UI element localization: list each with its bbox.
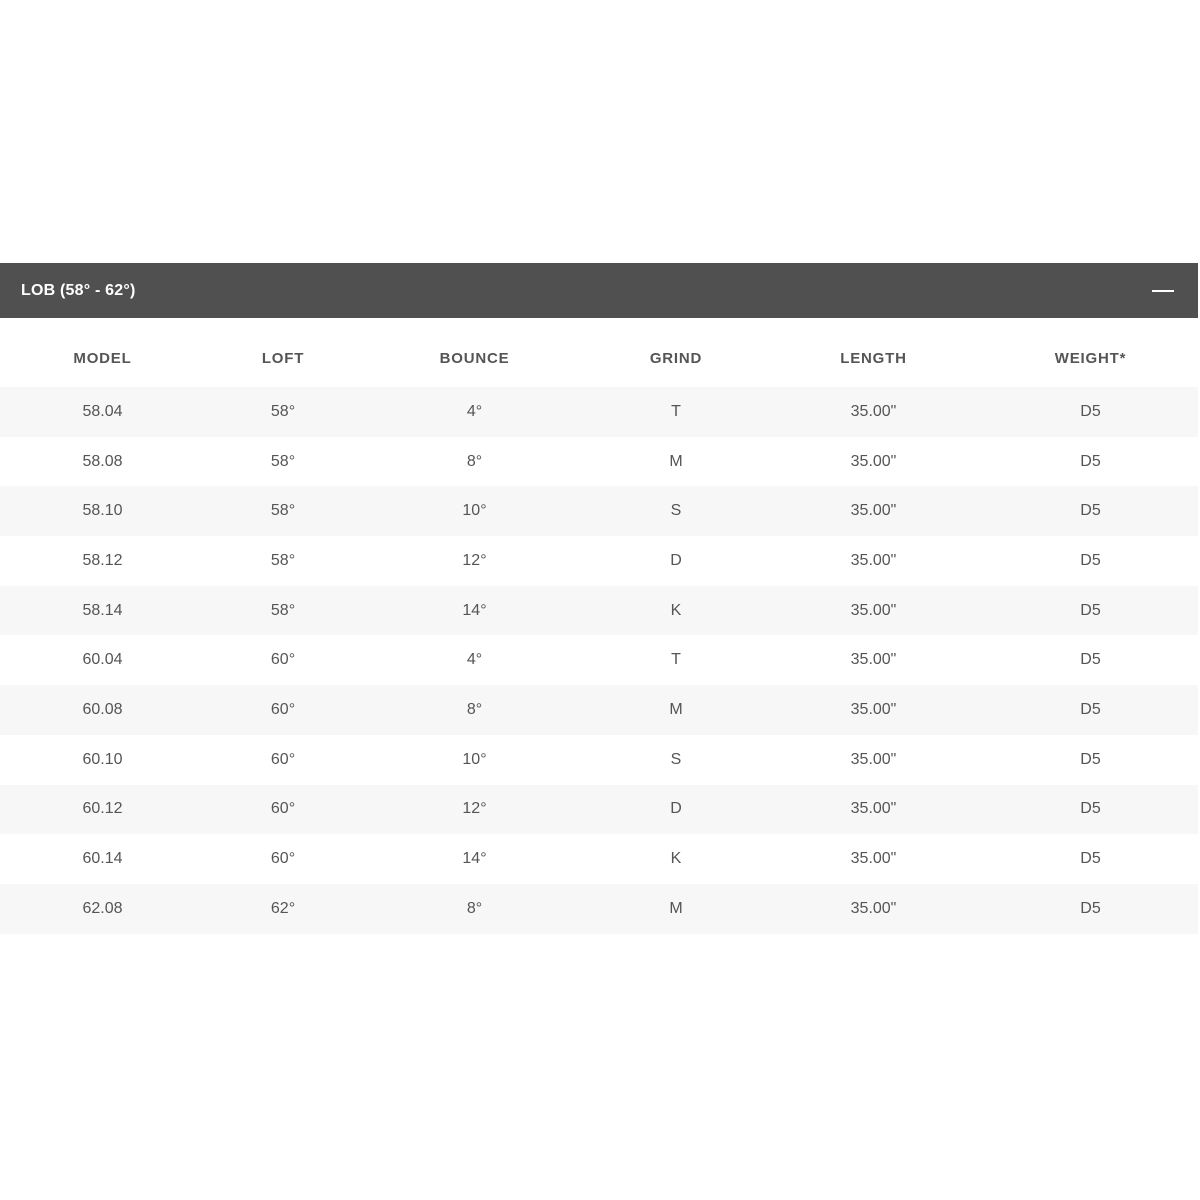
bounce-cell: 12° — [462, 800, 487, 818]
weight-cell: D5 — [1080, 452, 1101, 470]
length-cell: 35.00" — [850, 700, 897, 718]
table-row: 60.10 60° 10° S 35.00" D5 — [0, 735, 1198, 785]
length-cell: 35.00" — [850, 551, 897, 569]
grind-cell: D — [670, 800, 682, 818]
loft-cell: 60° — [270, 800, 296, 818]
length-cell: 35.00" — [850, 502, 897, 520]
length-cell: 35.00" — [850, 850, 897, 868]
bounce-cell: 8° — [466, 899, 483, 917]
grind-cell: M — [669, 899, 683, 917]
weight-cell: D5 — [1080, 700, 1101, 718]
model-cell: 60.14 — [82, 850, 123, 868]
table-body: 58.04 58° 4° T 35.00" D5 58.08 58° 8° M 35.00" D5 58… — [0, 387, 1198, 934]
model-cell: 58.14 — [82, 601, 123, 619]
bounce-cell: 14° — [462, 601, 487, 619]
bounce-cell: 8° — [466, 452, 483, 470]
model-cell: 60.12 — [82, 800, 123, 818]
grind-cell: T — [671, 402, 681, 420]
specs-table: MODEL LOFT BOUNCE GRIND LENGTH WEIGHT* 5… — [0, 318, 1198, 934]
model-cell: 60.10 — [82, 750, 123, 768]
model-cell: 58.10 — [82, 502, 123, 520]
loft-cell: 58° — [270, 551, 296, 569]
bounce-cell: 4° — [466, 402, 483, 420]
table-row: 60.04 60° 4° T 35.00" D5 — [0, 635, 1198, 685]
loft-cell: 60° — [270, 850, 296, 868]
bounce-cell: 10° — [462, 502, 487, 520]
loft-cell: 60° — [270, 651, 296, 669]
weight-cell: D5 — [1080, 651, 1101, 669]
length-cell: 35.00" — [850, 899, 897, 917]
grind-cell: K — [670, 601, 682, 619]
loft-cell: 58° — [270, 502, 296, 520]
column-header-model: MODEL — [73, 350, 132, 367]
table-row: 60.08 60° 8° M 35.00" D5 — [0, 685, 1198, 735]
model-cell: 62.08 — [82, 899, 123, 917]
loft-cell: 60° — [270, 700, 296, 718]
weight-cell: D5 — [1080, 750, 1101, 768]
length-cell: 35.00" — [850, 402, 897, 420]
lob-accordion: LOB (58° - 62°) MODEL LOFT BOUNCE GRIND … — [0, 263, 1198, 934]
minus-icon — [1152, 289, 1174, 292]
weight-cell: D5 — [1080, 551, 1101, 569]
column-header-bounce: BOUNCE — [439, 350, 510, 367]
table-row: 58.08 58° 8° M 35.00" D5 — [0, 437, 1198, 487]
length-cell: 35.00" — [850, 651, 897, 669]
grind-cell: T — [671, 651, 681, 669]
model-cell: 58.04 — [82, 402, 123, 420]
grind-cell: K — [670, 850, 682, 868]
bounce-cell: 4° — [466, 651, 483, 669]
bounce-cell: 8° — [466, 700, 483, 718]
loft-cell: 60° — [270, 750, 296, 768]
loft-cell: 58° — [270, 601, 296, 619]
grind-cell: M — [669, 452, 683, 470]
table-row: 58.14 58° 14° K 35.00" D5 — [0, 585, 1198, 636]
bounce-cell: 10° — [462, 750, 487, 768]
column-header-length: LENGTH — [840, 350, 907, 367]
table-row: 58.04 58° 4° T 35.00" D5 — [0, 387, 1198, 437]
table-row: 60.12 60° 12° D 35.00" D5 — [0, 784, 1198, 835]
grind-cell: D — [670, 551, 682, 569]
table-row: 62.08 62° 8° M 35.00" D5 — [0, 883, 1198, 934]
weight-cell: D5 — [1080, 402, 1101, 420]
table-header-row: MODEL LOFT BOUNCE GRIND LENGTH WEIGHT* — [0, 318, 1198, 387]
bounce-cell: 12° — [462, 551, 487, 569]
loft-cell: 58° — [270, 402, 296, 420]
accordion-header[interactable]: LOB (58° - 62°) — [0, 263, 1198, 318]
column-header-loft: LOFT — [261, 350, 305, 367]
table-row: 60.14 60° 14° K 35.00" D5 — [0, 834, 1198, 884]
length-cell: 35.00" — [850, 750, 897, 768]
table-row: 58.12 58° 12° D 35.00" D5 — [0, 536, 1198, 586]
loft-cell: 58° — [270, 452, 296, 470]
grind-cell: S — [670, 750, 682, 768]
weight-cell: D5 — [1080, 899, 1101, 917]
column-header-weight: WEIGHT* — [1054, 350, 1127, 367]
model-cell: 58.12 — [82, 551, 123, 569]
collapse-button[interactable] — [1128, 263, 1198, 318]
weight-cell: D5 — [1080, 800, 1101, 818]
weight-cell: D5 — [1080, 502, 1101, 520]
grind-cell: M — [669, 700, 683, 718]
accordion-title: LOB (58° - 62°) — [21, 281, 136, 299]
grind-cell: S — [670, 502, 682, 520]
model-cell: 60.08 — [82, 700, 123, 718]
weight-cell: D5 — [1080, 601, 1101, 619]
weight-cell: D5 — [1080, 850, 1101, 868]
model-cell: 60.04 — [82, 651, 123, 669]
table-row: 58.10 58° 10° S 35.00" D5 — [0, 486, 1198, 537]
column-header-grind: GRIND — [649, 350, 703, 367]
bounce-cell: 14° — [462, 850, 487, 868]
length-cell: 35.00" — [850, 452, 897, 470]
loft-cell: 62° — [270, 899, 296, 917]
model-cell: 58.08 — [82, 452, 123, 470]
length-cell: 35.00" — [850, 601, 897, 619]
length-cell: 35.00" — [850, 800, 897, 818]
